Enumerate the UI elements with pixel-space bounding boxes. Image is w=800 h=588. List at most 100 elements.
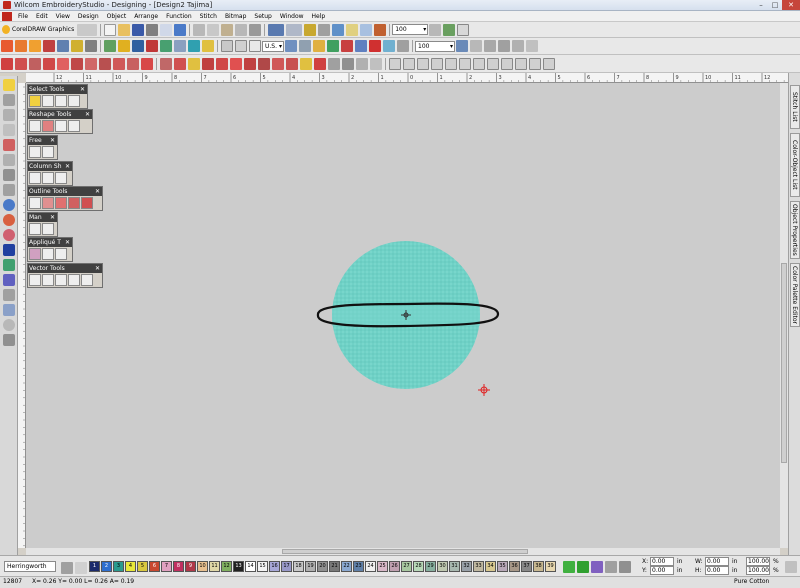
units-combo[interactable]: U.S. <box>262 40 284 52</box>
color-swatch[interactable]: 16 <box>269 561 280 572</box>
delete-icon[interactable] <box>235 23 248 36</box>
color-swatch[interactable]: 23 <box>353 561 364 572</box>
ellipse-icon[interactable] <box>68 274 80 286</box>
lock-b-icon[interactable] <box>403 57 415 70</box>
effect-b-icon[interactable] <box>174 57 186 70</box>
color-swatch[interactable]: 12 <box>221 561 232 572</box>
color-swatch[interactable]: 24 <box>365 561 376 572</box>
hoop-icon[interactable] <box>188 40 200 52</box>
color-swatch[interactable]: 14 <box>245 561 256 572</box>
line-icon[interactable] <box>29 274 41 286</box>
lock-j-icon[interactable] <box>515 57 527 70</box>
color-swatch[interactable]: 18 <box>293 561 304 572</box>
applique-c-icon[interactable] <box>55 248 67 260</box>
effect-h-icon[interactable] <box>258 57 270 70</box>
monogram-tool-icon[interactable] <box>3 259 15 271</box>
lock-d-icon[interactable] <box>431 57 443 70</box>
reshape-object-icon[interactable] <box>29 120 41 132</box>
crop-icon[interactable] <box>174 40 186 52</box>
fabric-settings-icon[interactable] <box>61 562 73 574</box>
outline-tool-icon[interactable] <box>3 139 15 151</box>
effect-e-icon[interactable] <box>216 57 228 70</box>
color-swatch[interactable]: 31 <box>449 561 460 572</box>
color-swatch[interactable]: 1 <box>89 561 100 572</box>
stitch-type-e-icon[interactable] <box>57 57 69 70</box>
column-c-icon[interactable] <box>55 172 67 184</box>
maximize-icon[interactable]: □ <box>768 0 782 10</box>
show-needle-icon[interactable] <box>383 40 395 52</box>
menu-design[interactable]: Design <box>74 13 103 20</box>
paste-icon[interactable] <box>221 23 234 36</box>
lock-a-icon[interactable] <box>389 57 401 70</box>
panel-close-icon[interactable]: ✕ <box>50 213 55 222</box>
lock-k-icon[interactable] <box>529 57 541 70</box>
scale-combo[interactable]: 100 <box>415 40 455 52</box>
x-field[interactable]: 0.00 <box>650 557 674 566</box>
effect-m-icon[interactable] <box>328 57 340 70</box>
needle-icon[interactable] <box>299 40 311 52</box>
stemstitch-icon[interactable] <box>68 197 80 209</box>
stitch-type-c-icon[interactable] <box>29 57 41 70</box>
effect-k-icon[interactable] <box>300 57 312 70</box>
height-field[interactable]: 0.00 <box>705 566 729 575</box>
effect-g-icon[interactable] <box>244 57 256 70</box>
color-swatch[interactable]: 21 <box>329 561 340 572</box>
color-swatch[interactable]: 15 <box>257 561 268 572</box>
redo-icon[interactable] <box>286 23 303 36</box>
open-folder-icon[interactable] <box>118 23 131 36</box>
slow-redraw-icon[interactable] <box>318 23 331 36</box>
color-swatch[interactable]: 11 <box>209 561 220 572</box>
color-swatch[interactable]: 9 <box>185 561 196 572</box>
print-preview-icon[interactable] <box>160 23 173 36</box>
color-swatch[interactable]: 7 <box>161 561 172 572</box>
fabric-combo[interactable]: Herringworth <box>4 561 56 572</box>
vector-tool-icon[interactable] <box>3 184 15 196</box>
panel-close-icon[interactable]: ✕ <box>65 162 70 171</box>
pen-icon[interactable] <box>55 274 67 286</box>
stitch-type-j-icon[interactable] <box>127 57 139 70</box>
knife-tool-icon[interactable] <box>3 334 15 346</box>
color-swatch[interactable]: 37 <box>521 561 532 572</box>
add-color-icon[interactable] <box>563 561 575 573</box>
color-swatch[interactable]: 22 <box>341 561 352 572</box>
manual-a-icon[interactable] <box>29 223 41 235</box>
color-swatch[interactable]: 29 <box>425 561 436 572</box>
lock-l-icon[interactable] <box>543 57 555 70</box>
width-field[interactable]: 0.00 <box>705 557 729 566</box>
applique-tool-icon[interactable] <box>3 169 15 181</box>
color-swatch[interactable]: 33 <box>473 561 484 572</box>
preview-icon[interactable] <box>360 23 373 36</box>
menu-stitch[interactable]: Stitch <box>196 13 221 20</box>
entry-exit-icon[interactable] <box>55 120 67 132</box>
horizontal-scroll-thumb[interactable] <box>282 549 528 554</box>
stitch-angle-icon[interactable] <box>42 120 54 132</box>
select-stitch-icon[interactable] <box>55 95 67 107</box>
travel-icon[interactable] <box>304 23 317 36</box>
color-swatch[interactable]: 39 <box>545 561 556 572</box>
column-b-icon[interactable] <box>42 172 54 184</box>
thread-icon[interactable] <box>577 561 589 573</box>
satin-icon[interactable] <box>43 40 55 52</box>
lock-h-icon[interactable] <box>487 57 499 70</box>
stitch-type-d-icon[interactable] <box>43 57 55 70</box>
menu-help[interactable]: Help <box>308 13 330 20</box>
triple-run-icon[interactable] <box>42 197 54 209</box>
ruler-icon[interactable] <box>249 40 261 52</box>
stitch-type-a-icon[interactable] <box>1 57 13 70</box>
input-c-icon[interactable] <box>29 40 41 52</box>
vertical-scrollbar[interactable] <box>780 83 788 548</box>
effect-j-icon[interactable] <box>286 57 298 70</box>
new-file-icon[interactable] <box>104 23 117 36</box>
freehand-closed-icon[interactable] <box>42 146 54 158</box>
rotate-left-icon[interactable] <box>456 40 468 52</box>
zoom-box-icon[interactable] <box>443 23 456 36</box>
effect-l-icon[interactable] <box>314 57 326 70</box>
freehand-open-icon[interactable] <box>29 146 41 158</box>
undo-icon[interactable] <box>268 23 285 36</box>
hide-icon[interactable] <box>397 40 409 52</box>
input-b-icon[interactable] <box>15 40 27 52</box>
stitch-type-k-icon[interactable] <box>141 57 153 70</box>
stitch-edit-tool-icon[interactable] <box>3 289 15 301</box>
duplicate-icon[interactable] <box>249 23 262 36</box>
panel-close-icon[interactable]: ✕ <box>95 187 100 196</box>
